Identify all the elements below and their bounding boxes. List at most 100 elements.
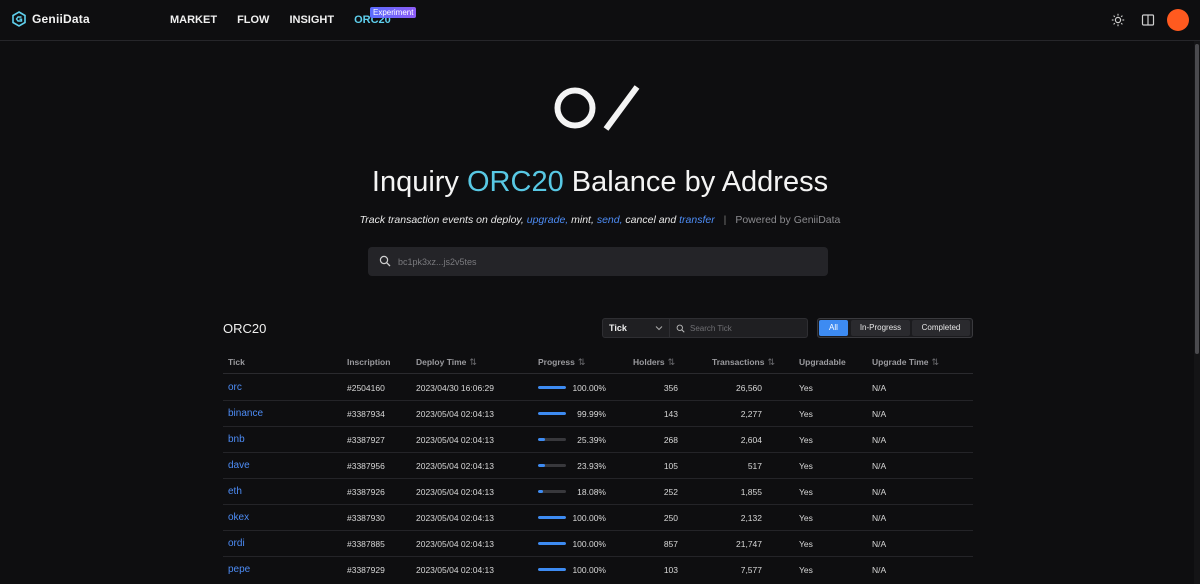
tick-search [670,318,808,338]
deploy-time-cell: 2023/05/04 02:04:13 [416,513,494,523]
col-transactions-label: Transactions [712,357,765,367]
progress-text: 100.00% [572,513,606,523]
col-deploy-time-label: Deploy Time [416,357,467,367]
progress-fill [538,412,566,415]
deploy-time-cell: 2023/05/04 02:04:13 [416,461,494,471]
sort-icon[interactable]: ⇅ [932,357,940,367]
subtitle-transfer-link[interactable]: transfer [679,214,715,226]
tick-link[interactable]: binance [228,408,263,419]
subtitle-upgrade-link[interactable]: upgrade, [527,214,568,226]
tick-link[interactable]: bnb [228,434,245,445]
sort-icon[interactable]: ⇅ [767,357,775,367]
inscription-cell: #3387930 [347,513,385,523]
col-transactions[interactable]: Transactions ⇅ [712,357,775,368]
transactions-cell: 1,855 [740,487,762,497]
table-row[interactable]: binance #3387934 2023/05/04 02:04:13 99.… [223,401,973,427]
progress-bar [538,412,566,415]
powered-by: Powered by GeniiData [735,214,841,226]
progress-bar [538,386,566,389]
table-row[interactable]: pepe #3387929 2023/05/04 02:04:13 100.00… [223,557,973,583]
progress-bar [538,568,566,571]
tick-link[interactable]: eth [228,486,242,497]
inscription-cell: #3387926 [347,487,385,497]
filter-in-progress-button[interactable]: In-Progress [851,320,910,336]
col-deploy-time[interactable]: Deploy Time ⇅ [416,357,477,368]
table-row[interactable]: orc #2504160 2023/04/30 16:06:29 100.00%… [223,375,973,401]
subtitle-text: Track transaction events on [359,214,491,226]
tick-select-value: Tick [609,323,627,333]
sort-icon[interactable]: ⇅ [469,357,477,367]
filter-completed-button[interactable]: Completed [912,320,970,336]
upgrade-time-cell: N/A [872,383,887,393]
tick-link[interactable]: orc [228,382,242,393]
transactions-cell: 7,577 [740,565,762,575]
sun-icon[interactable] [1111,13,1125,27]
col-inscription: Inscription [347,357,391,367]
sort-icon[interactable]: ⇅ [578,357,586,367]
progress-fill [538,490,544,493]
nav-insight[interactable]: INSIGHT [289,14,334,26]
transactions-cell: 517 [747,461,762,471]
subtitle-cancel: cancel and [625,214,677,226]
status-filter: All In-Progress Completed [817,318,973,338]
chevron-down-icon [655,326,663,331]
upgrade-time-cell: N/A [872,409,887,419]
brand-name: GeniiData [32,12,90,26]
progress-fill [538,568,566,571]
experiment-badge: Experiment [370,7,417,18]
filter-all-button[interactable]: All [819,320,848,336]
panel-icon[interactable] [1141,13,1155,27]
upgrade-time-cell: N/A [872,539,887,549]
tick-link[interactable]: dave [228,460,250,471]
geniidata-logo-icon [12,11,26,27]
progress-bar [538,438,566,441]
table-row[interactable]: eth #3387926 2023/05/04 02:04:13 18.08% … [223,479,973,505]
table-row[interactable]: okex #3387930 2023/05/04 02:04:13 100.00… [223,505,973,531]
tick-link[interactable]: ordi [228,538,245,549]
table-row[interactable]: ordi #3387885 2023/05/04 02:04:13 100.00… [223,531,973,557]
holders-cell: 105 [663,461,678,471]
search-icon [379,255,391,267]
table-row[interactable]: dave #3387956 2023/05/04 02:04:13 23.93%… [223,453,973,479]
nav-market[interactable]: MARKET [170,14,217,26]
progress-text: 100.00% [572,565,606,575]
nav-flow[interactable]: FLOW [237,14,269,26]
progress-bar [538,464,566,467]
section-title: ORC20 [223,321,267,336]
transactions-cell: 2,604 [740,435,762,445]
holders-cell: 857 [663,539,678,549]
upgradable-cell: Yes [799,383,813,393]
tick-link[interactable]: okex [228,512,249,523]
progress-fill [538,542,566,545]
holders-cell: 250 [663,513,678,523]
hero-subtitle: Track transaction events on deploy, upgr… [0,214,1200,226]
transactions-cell: 2,132 [740,513,762,523]
col-holders[interactable]: Holders ⇅ [633,357,675,368]
tick-search-input[interactable] [690,322,800,335]
page-scrollbar-thumb[interactable] [1195,44,1199,354]
brand-logo[interactable]: GeniiData [12,11,90,27]
subtitle-separator: | [723,214,727,226]
col-tick: Tick [228,357,245,367]
progress-text: 25.39% [577,435,606,445]
address-search-input[interactable] [398,253,818,270]
col-upgrade-time-label: Upgrade Time [872,357,929,367]
progress-text: 99.99% [577,409,606,419]
upgradable-cell: Yes [799,435,813,445]
upgradable-cell: Yes [799,487,813,497]
col-progress[interactable]: Progress ⇅ [538,357,585,368]
holders-cell: 252 [663,487,678,497]
holders-cell: 103 [663,565,678,575]
progress-bar [538,516,566,519]
deploy-time-cell: 2023/05/04 02:04:13 [416,565,494,575]
progress-text: 100.00% [572,539,606,549]
tick-select[interactable]: Tick [602,318,670,338]
inscription-cell: #3387927 [347,435,385,445]
subtitle-send-link[interactable]: send, [597,214,623,226]
col-upgrade-time[interactable]: Upgrade Time ⇅ [872,357,939,368]
tick-link[interactable]: pepe [228,564,250,575]
user-avatar[interactable] [1167,9,1189,31]
sort-icon[interactable]: ⇅ [668,357,676,367]
table-row[interactable]: bnb #3387927 2023/05/04 02:04:13 25.39% … [223,427,973,453]
subtitle-deploy: deploy, [490,214,524,226]
